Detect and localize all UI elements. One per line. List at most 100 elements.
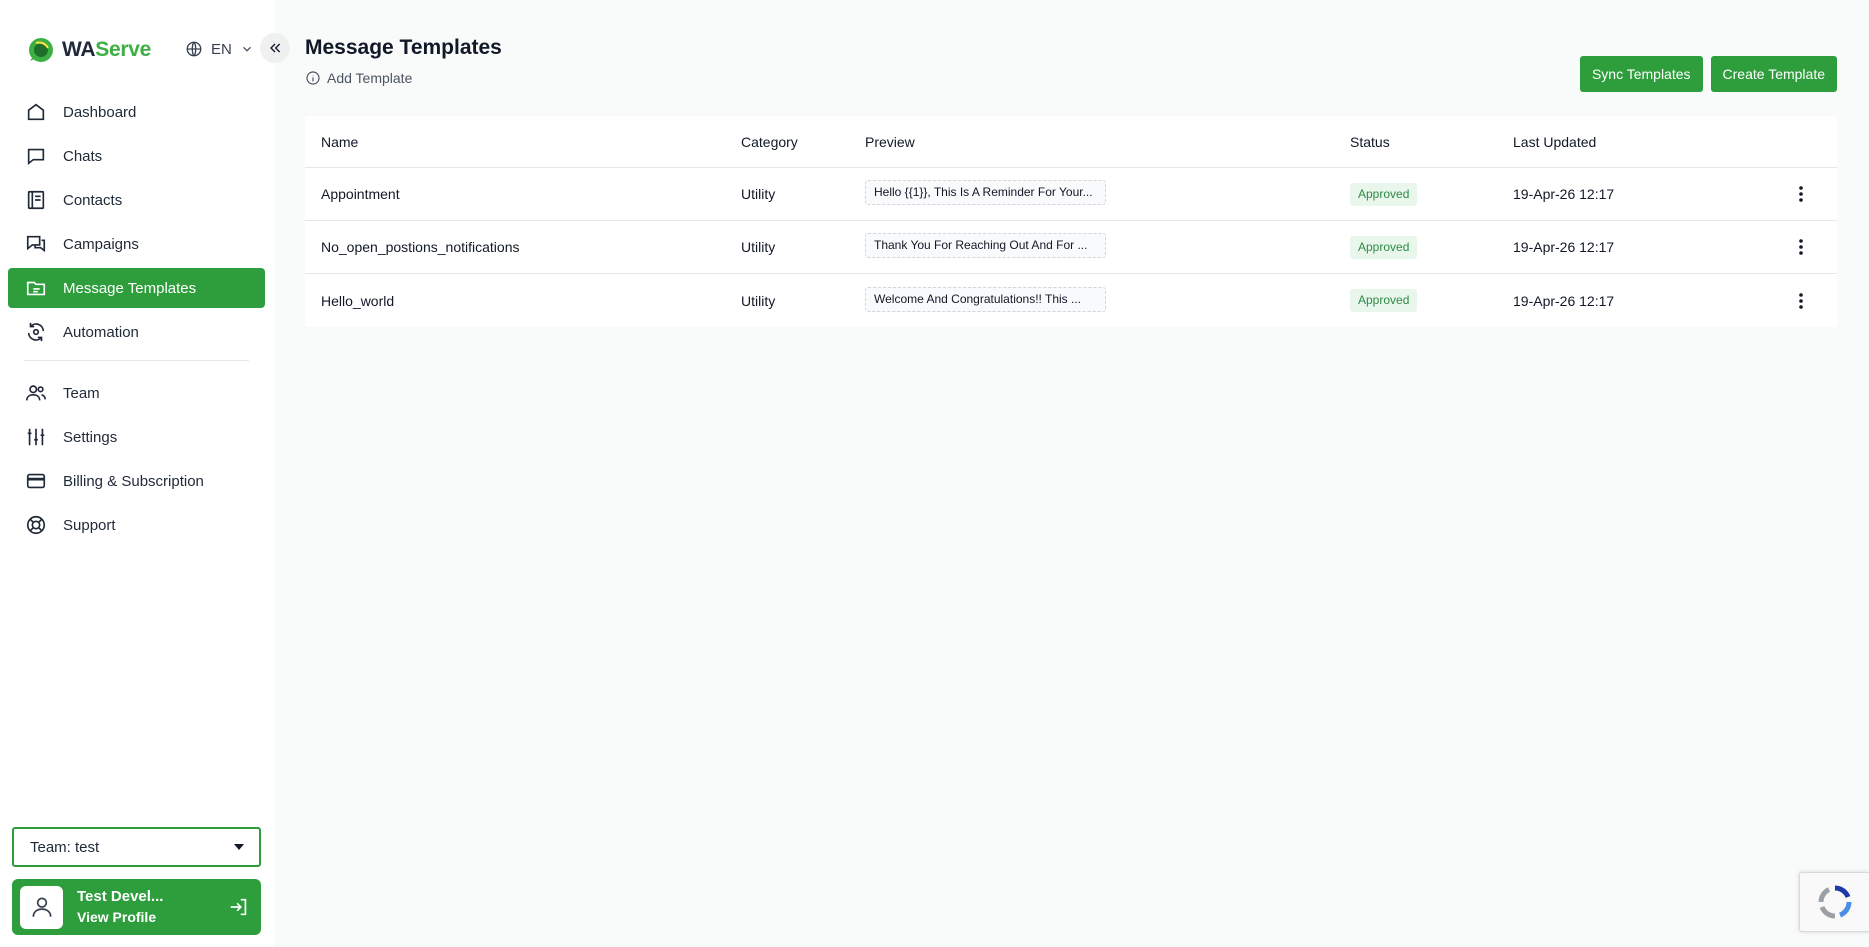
template-category: Utility <box>741 239 776 255</box>
template-last-updated: 19-Apr-26 12:17 <box>1513 292 1615 309</box>
lifebuoy-icon <box>26 515 46 535</box>
template-name: Hello_world <box>321 292 395 309</box>
sidebar-item-label: Message Templates <box>63 279 197 297</box>
column-header-last-updated: Last Updated <box>1513 133 1597 150</box>
row-menu-button[interactable] <box>1791 237 1811 257</box>
template-preview: Thank You For Reaching Out And For ... <box>865 233 1106 258</box>
template-category: Utility <box>741 292 776 309</box>
chevron-down-icon <box>242 46 251 52</box>
template-preview: Hello {{1}}, This Is A Reminder For Your… <box>865 180 1106 205</box>
profile-text: Test Devel... View Profile <box>77 887 225 927</box>
brand-name-part2: Serve <box>95 38 151 61</box>
template-last-updated: 19-Apr-26 12:17 <box>1513 186 1615 202</box>
view-profile-link[interactable]: View Profile <box>77 907 225 927</box>
contacts-icon <box>27 190 45 210</box>
sidebar-item-dashboard[interactable]: Dashboard <box>8 92 265 132</box>
profile-card[interactable]: Test Devel... View Profile <box>12 879 261 935</box>
brand-logo[interactable]: WAServe <box>26 34 151 66</box>
team-icon <box>26 385 46 401</box>
chevrons-left-icon <box>270 43 281 53</box>
table-row[interactable]: Hello_world Utility Welcome And Congratu… <box>305 274 1837 327</box>
template-last-updated: 19-Apr-26 12:17 <box>1513 239 1615 255</box>
nav-divider <box>24 360 249 361</box>
sidebar-item-label: Support <box>63 516 116 534</box>
language-selector[interactable]: EN <box>185 40 254 58</box>
recaptcha-icon <box>1818 885 1851 919</box>
kebab-menu-icon <box>1799 239 1803 255</box>
brand-name: WAServe <box>62 38 151 62</box>
sidebar-item-label: Dashboard <box>63 103 137 121</box>
row-actions-cell <box>1783 184 1837 204</box>
page-title: Message Templates <box>305 36 502 59</box>
row-menu-button[interactable] <box>1791 291 1811 311</box>
brand-name-part1: WA <box>62 38 96 61</box>
team-select-label: Team: test <box>30 838 100 856</box>
template-preview-cell: Hello {{1}}, This Is A Reminder For Your… <box>865 180 1350 208</box>
sidebar-item-campaigns[interactable]: Campaigns <box>8 224 265 264</box>
sidebar-item-automation[interactable]: Automation <box>8 312 265 352</box>
sidebar-item-label: Settings <box>63 428 118 446</box>
table-row[interactable]: Appointment Utility Hello {{1}}, This Is… <box>305 168 1837 221</box>
sidebar-item-label: Chats <box>63 147 103 165</box>
sidebar-item-label: Contacts <box>63 191 123 209</box>
sync-templates-button[interactable]: Sync Templates <box>1579 56 1703 92</box>
add-template-link[interactable]: Add Template <box>305 70 412 86</box>
language-label: EN <box>211 40 232 58</box>
info-icon <box>306 71 320 85</box>
table-header: Name Category Preview Status Last Update… <box>305 116 1837 168</box>
sidebar-item-label: Billing & Subscription <box>63 472 204 490</box>
main-content: Message Templates Add Template Sync Temp… <box>274 0 1869 947</box>
sidebar-item-settings[interactable]: Settings <box>8 417 265 457</box>
create-template-button[interactable]: Create Template <box>1710 56 1837 92</box>
home-icon <box>27 103 45 121</box>
row-actions-cell <box>1783 237 1837 257</box>
logout-icon <box>230 898 247 916</box>
add-template-label: Add Template <box>327 70 413 86</box>
team-select[interactable]: Team: test <box>12 827 261 867</box>
sidebar-nav: Dashboard Chats Contacts Campaigns Messa… <box>8 92 265 549</box>
avatar <box>20 885 63 929</box>
sidebar-item-chats[interactable]: Chats <box>8 136 265 176</box>
profile-name: Test Devel... <box>77 888 164 905</box>
row-menu-button[interactable] <box>1791 184 1811 204</box>
logout-button[interactable] <box>225 893 253 921</box>
globe-icon <box>186 41 202 57</box>
sidebar-item-label: Automation <box>63 323 139 341</box>
template-preview-cell: Thank You For Reaching Out And For ... <box>865 233 1350 261</box>
settings-sliders-icon <box>27 428 45 446</box>
user-icon <box>31 897 52 917</box>
sidebar-item-label: Campaigns <box>63 235 139 253</box>
template-status-cell: Approved <box>1350 182 1513 206</box>
recaptcha-badge[interactable] <box>1799 872 1869 932</box>
status-badge: Approved <box>1350 235 1418 259</box>
template-status-cell: Approved <box>1350 235 1513 259</box>
kebab-menu-icon <box>1799 292 1803 309</box>
column-header-preview: Preview <box>865 133 915 150</box>
status-badge: Approved <box>1350 182 1418 206</box>
campaigns-icon <box>26 235 46 253</box>
sidebar-item-billing[interactable]: Billing & Subscription <box>8 461 265 501</box>
table-row[interactable]: No_open_postions_notifications Utility T… <box>305 221 1837 274</box>
sidebar-item-support[interactable]: Support <box>8 505 265 545</box>
row-actions-cell <box>1783 291 1837 311</box>
column-header-name: Name <box>321 133 359 150</box>
column-header-status: Status <box>1350 133 1390 150</box>
page-actions: Sync Templates Create Template <box>1579 56 1837 92</box>
template-category: Utility <box>741 186 776 202</box>
template-name: Appointment <box>321 186 400 202</box>
sidebar-item-label: Team <box>63 384 100 402</box>
template-icon <box>26 281 46 296</box>
column-header-category: Category <box>741 133 798 150</box>
sidebar-item-team[interactable]: Team <box>8 373 265 413</box>
waserve-logo-icon <box>29 38 53 62</box>
template-preview-cell: Welcome And Congratulations!! This ... <box>865 286 1350 315</box>
sidebar-item-contacts[interactable]: Contacts <box>8 180 265 220</box>
template-status-cell: Approved <box>1350 289 1513 312</box>
sidebar-item-message-templates[interactable]: Message Templates <box>8 268 265 308</box>
caret-down-icon <box>234 844 244 850</box>
sidebar: WAServe EN Dashboard Chats Contacts Camp… <box>0 0 274 947</box>
collapse-sidebar-button[interactable] <box>260 33 290 63</box>
chat-icon <box>27 148 45 166</box>
template-name: No_open_postions_notifications <box>321 239 520 255</box>
automation-icon <box>27 322 45 342</box>
